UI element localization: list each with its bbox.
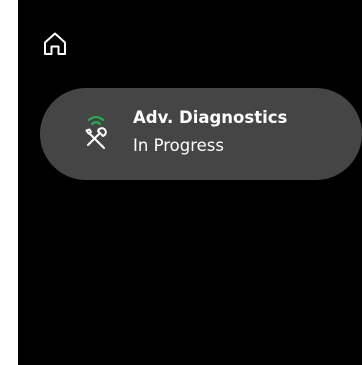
tools-wireless-icon <box>80 112 112 152</box>
card-title: Adv. Diagnostics <box>133 108 288 127</box>
device-screen: Adv. Diagnostics In Progress <box>18 0 362 365</box>
diagnostics-status-card[interactable]: Adv. Diagnostics In Progress <box>40 88 362 180</box>
home-button[interactable] <box>41 30 69 58</box>
card-status: In Progress <box>133 136 224 155</box>
home-icon <box>41 30 69 58</box>
